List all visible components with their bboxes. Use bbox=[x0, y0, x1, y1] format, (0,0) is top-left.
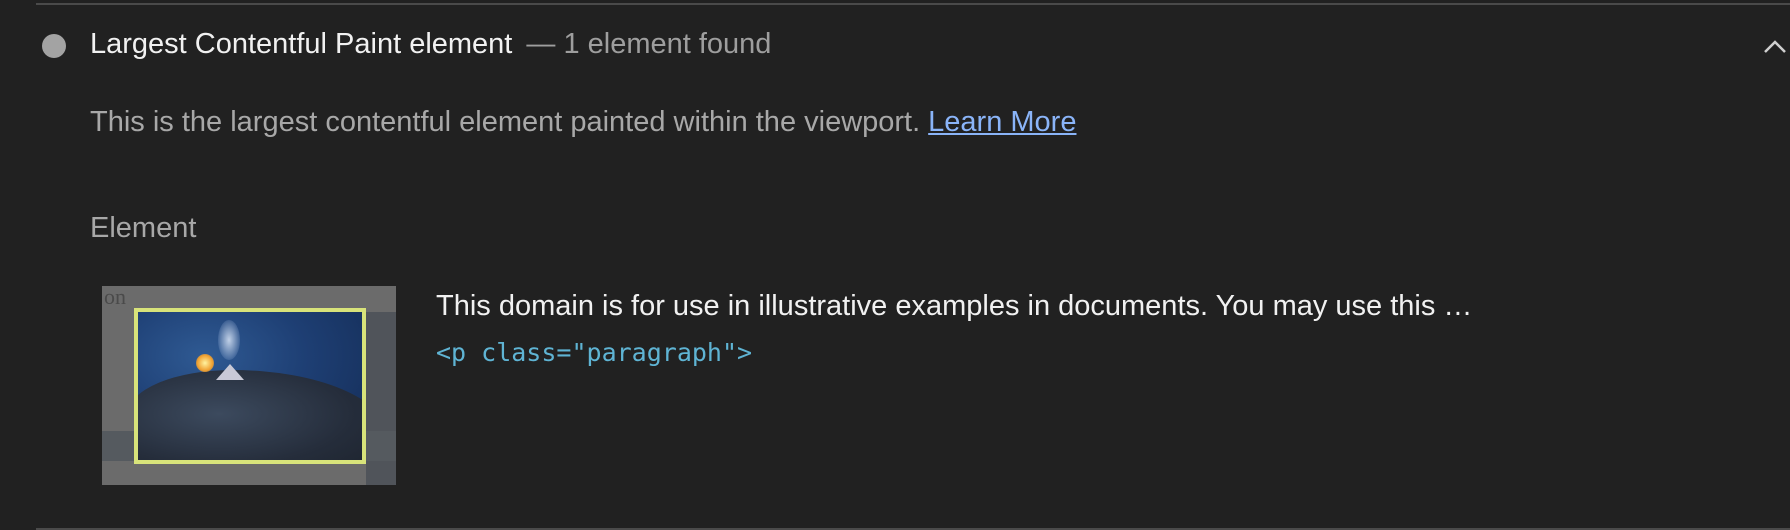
image-campfire bbox=[196, 354, 214, 372]
description-text: This is the largest contentful element p… bbox=[90, 106, 921, 138]
audit-description: This is the largest contentful element p… bbox=[90, 106, 1076, 139]
audit-title-text: Largest Contentful Paint element bbox=[90, 28, 513, 60]
audit-header[interactable]: Largest Contentful Paint element — 1 elem… bbox=[0, 18, 1790, 74]
highlighted-element-image bbox=[134, 308, 366, 464]
divider-top bbox=[36, 3, 1790, 5]
element-snippet: This domain is for use in illustrative e… bbox=[436, 290, 1473, 322]
element-node-selector[interactable]: <p class="paragraph"> bbox=[436, 338, 752, 367]
image-tent bbox=[216, 364, 244, 380]
status-indicator-icon bbox=[42, 34, 66, 58]
audit-title[interactable]: Largest Contentful Paint element — 1 elem… bbox=[90, 28, 771, 61]
image-smoke bbox=[218, 320, 240, 360]
chevron-up-icon[interactable] bbox=[1760, 32, 1790, 62]
element-screenshot-thumbnail[interactable]: on bbox=[102, 286, 396, 485]
column-header-element: Element bbox=[90, 212, 197, 244]
lcp-audit: Largest Contentful Paint element — 1 elem… bbox=[0, 0, 1790, 530]
image-rock bbox=[138, 370, 362, 460]
element-count: 1 element found bbox=[563, 28, 772, 60]
thumbnail-corner-text: on bbox=[104, 286, 126, 309]
title-separator: — bbox=[526, 28, 556, 60]
learn-more-link[interactable]: Learn More bbox=[928, 106, 1076, 138]
